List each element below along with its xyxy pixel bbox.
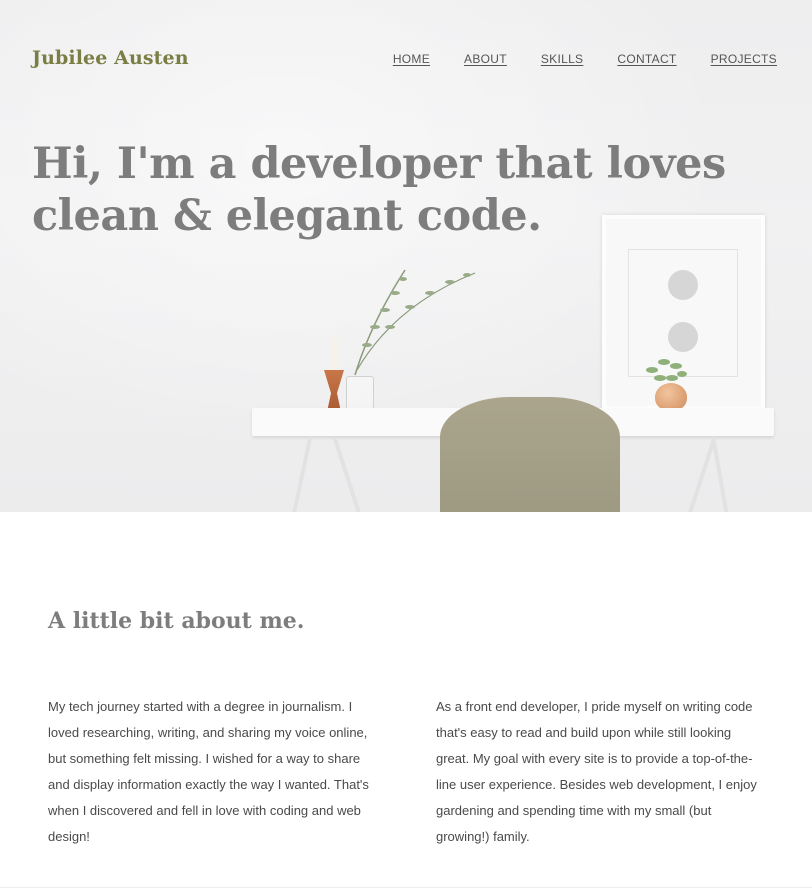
frame-dot-bottom	[668, 322, 698, 352]
frame-dot-top	[668, 270, 698, 300]
nav-projects-link[interactable]: PROJECTS	[711, 52, 777, 66]
chair-image	[440, 397, 620, 512]
nav-skills-link[interactable]: SKILLS	[541, 52, 584, 66]
main-nav: HOME ABOUT SKILLS CONTACT PROJECTS	[359, 52, 777, 66]
copper-pot-image	[655, 383, 687, 411]
nav-about-link[interactable]: ABOUT	[464, 52, 507, 66]
plant-stems-image	[354, 269, 476, 376]
hero-headline: Hi, I'm a developer that loves clean & e…	[32, 139, 726, 241]
hero-section: Jubilee Austen HOME ABOUT SKILLS CONTACT…	[0, 0, 812, 512]
nav-home-link[interactable]: HOME	[393, 52, 430, 66]
about-paragraph-right: As a front end developer, I pride myself…	[436, 699, 757, 844]
section-divider	[0, 887, 812, 888]
about-title: A little bit about me.	[48, 608, 305, 634]
nav-contact-link[interactable]: CONTACT	[617, 52, 676, 66]
about-paragraph-left: My tech journey started with a degree in…	[48, 699, 369, 844]
glass-vase-image	[346, 376, 374, 411]
candle-image	[331, 338, 337, 370]
site-brand[interactable]: Jubilee Austen	[32, 47, 189, 69]
